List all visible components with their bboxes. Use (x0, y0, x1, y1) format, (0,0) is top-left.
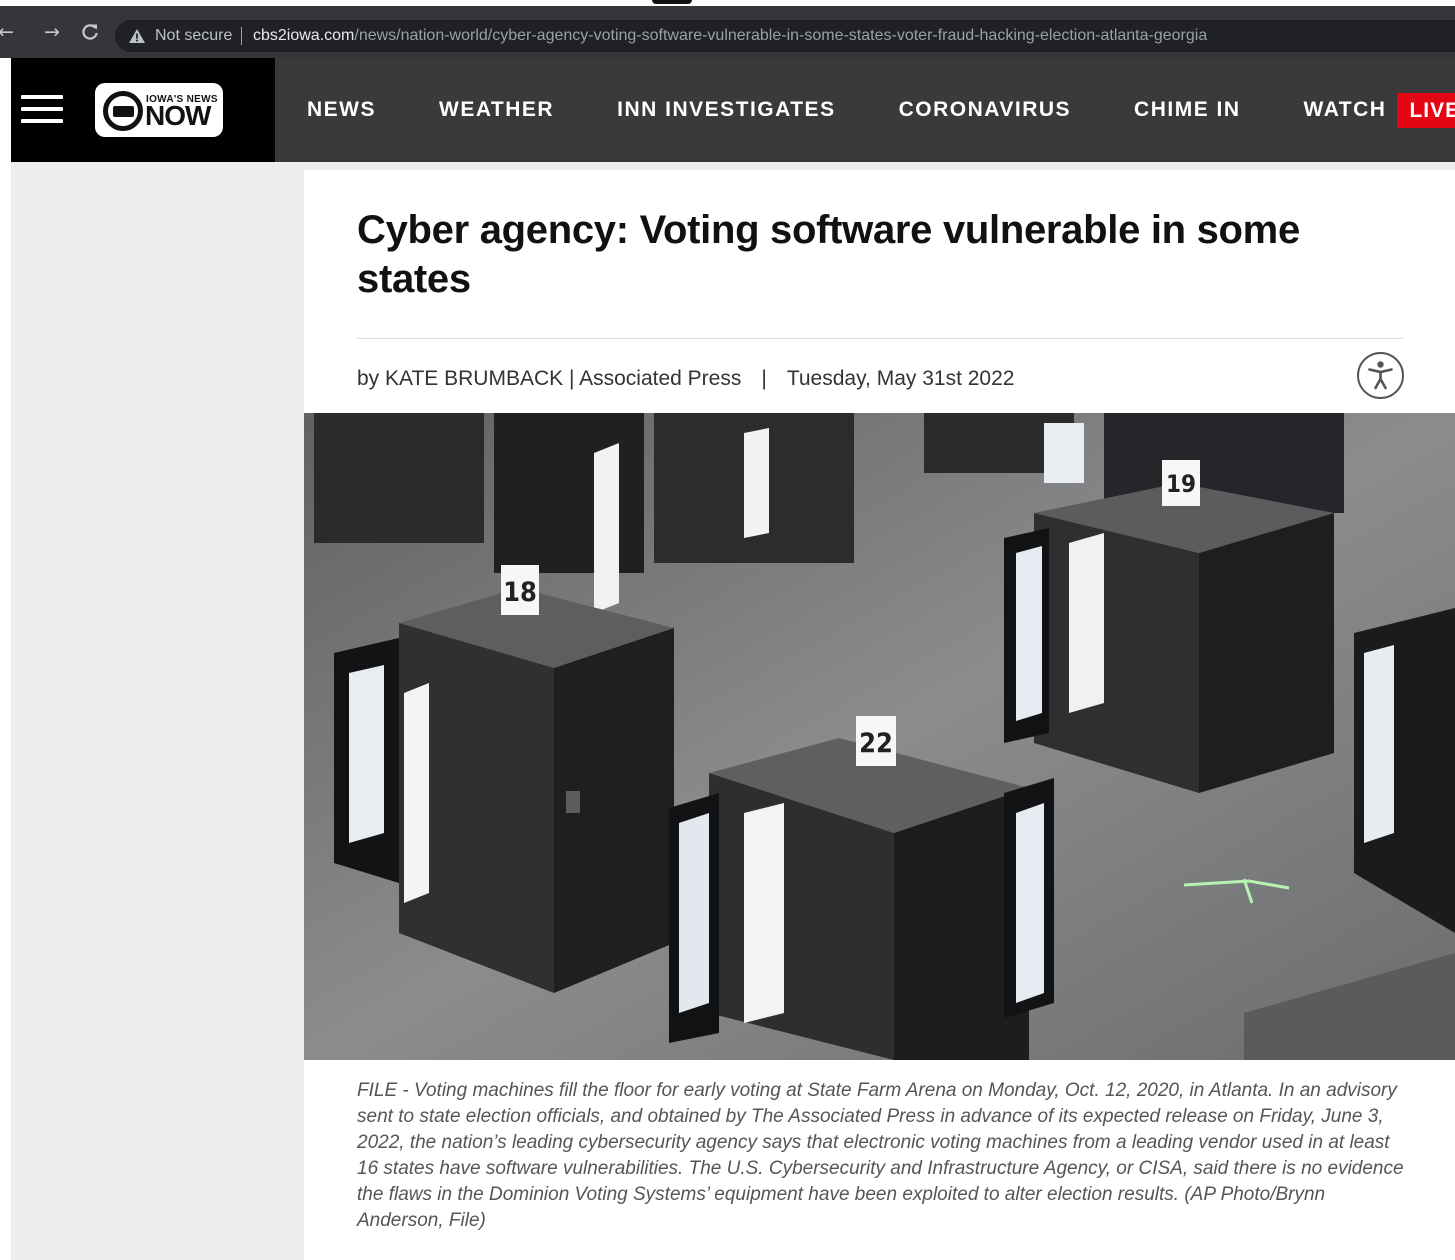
accessibility-icon[interactable] (1357, 352, 1404, 399)
warning-icon[interactable] (128, 27, 146, 45)
nav-inn-investigates[interactable]: INN INVESTIGATES (617, 98, 835, 122)
photo-caption: FILE - Voting machines fill the floor fo… (357, 1080, 1404, 1231)
live-badge: LIVE (1397, 92, 1455, 128)
reload-icon[interactable] (78, 20, 102, 44)
security-label[interactable]: Not secure (155, 26, 232, 46)
nav-chime-in[interactable]: CHIME IN (1134, 98, 1241, 122)
photo-label-19: 19 (1166, 470, 1196, 498)
back-arrow-icon[interactable]: ← (0, 20, 18, 44)
photo-label-18: 18 (503, 577, 537, 608)
logo-big-text: NOW (145, 100, 211, 131)
left-gutter (11, 162, 304, 1260)
article-photo: 18 22 19 (304, 413, 1455, 1060)
byline-author: by KATE BRUMBACK | Associated Press (357, 367, 742, 390)
url-text[interactable]: cbs2iowa.com/news/nation-world/cyber-age… (253, 26, 1207, 46)
nav-news[interactable]: NEWS (307, 98, 376, 122)
article-byline: by KATE BRUMBACK | Associated Press | Tues… (357, 366, 1014, 392)
site-logo[interactable]: IOWA'S NEWS NOW (95, 83, 223, 137)
omnibox-separator (241, 27, 242, 45)
nav-watch-label: WATCH (1303, 98, 1387, 121)
tab-indicator (652, 0, 692, 4)
address-bar[interactable]: Not secure cbs2iowa.com/news/nation-worl… (115, 20, 1455, 52)
nav-weather[interactable]: WEATHER (439, 98, 554, 122)
brand-block: IOWA'S NEWS NOW (11, 58, 275, 162)
content-top-gap (304, 162, 1455, 170)
byline-separator: | (761, 367, 767, 390)
article-headline: Cyber agency: Voting software vulnerable… (357, 208, 1300, 301)
photo-label-22: 22 (859, 728, 893, 759)
main-nav: NEWS WEATHER INN INVESTIGATES CORONAVIRU… (307, 58, 1455, 162)
headline-divider (357, 338, 1403, 339)
article: Cyber agency: Voting software vulnerable… (304, 170, 1455, 1260)
url-path: /news/nation-world/cyber-agency-voting-s… (354, 27, 1208, 44)
url-host: cbs2iowa.com (253, 27, 355, 44)
site-header: IOWA'S NEWS NOW NEWS WEATHER INN INVESTI… (11, 58, 1455, 162)
nav-coronavirus[interactable]: CORONAVIRUS (899, 98, 1071, 122)
iowa-state-icon (103, 91, 143, 131)
nav-watch-live[interactable]: WATCH LIVE (1303, 92, 1455, 128)
menu-icon[interactable] (21, 95, 63, 125)
publish-date: Tuesday, May 31st 2022 (786, 367, 1015, 390)
forward-arrow-icon[interactable]: → (40, 20, 64, 44)
browser-toolbar: ← → Not secure cbs2iowa.com/news/nation-… (0, 6, 1455, 58)
